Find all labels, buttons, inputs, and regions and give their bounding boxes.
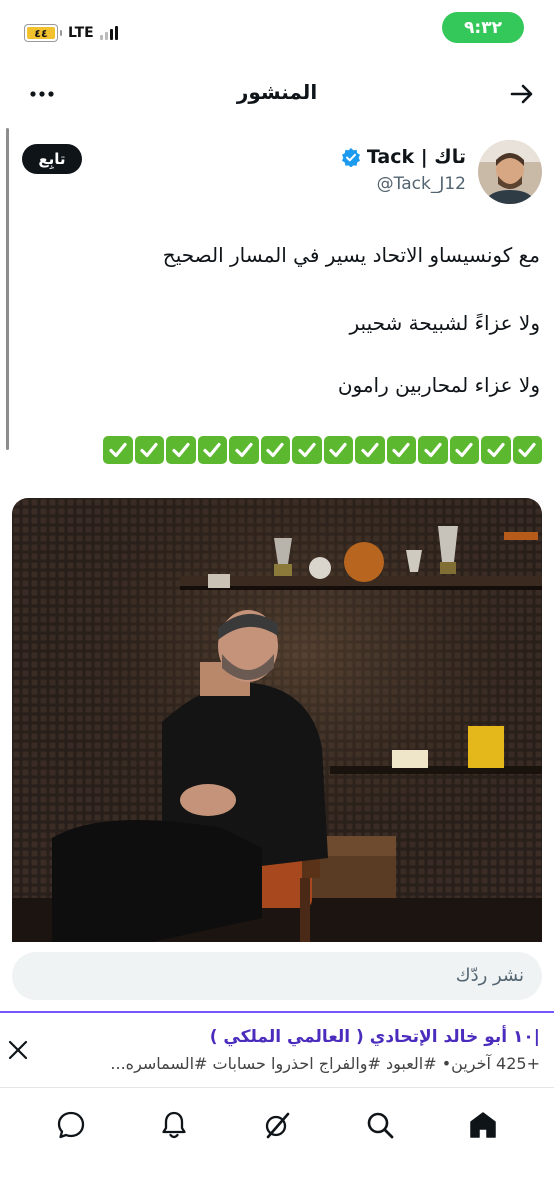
network-type: LTE	[68, 25, 94, 41]
check-emoji-icon	[260, 436, 290, 464]
grok-icon	[265, 1112, 290, 1139]
nav-messages[interactable]	[51, 1105, 91, 1145]
notification-title: |١٠ أبو خالد الإتحادي ( العالمي الملكي )	[209, 1027, 540, 1047]
check-emoji-icon	[449, 436, 479, 464]
avatar[interactable]	[478, 140, 542, 204]
follow-button[interactable]: تابِع	[22, 144, 82, 174]
check-emoji-icon	[292, 436, 322, 464]
verified-badge-icon	[341, 148, 360, 167]
close-button[interactable]	[8, 1040, 28, 1060]
check-emoji-icon	[229, 436, 259, 464]
status-time: ٩:٣٢	[442, 12, 524, 43]
post-image[interactable]	[12, 498, 542, 942]
nav-search[interactable]	[360, 1105, 400, 1145]
status-indicators: ٤٤ LTE	[24, 22, 118, 44]
check-emoji-icon	[512, 436, 542, 464]
check-emoji-icon	[386, 436, 416, 464]
post-text-line: مع كونسيساو الاتحاد يسير في المسار الصحي…	[162, 243, 540, 267]
check-emoji-icon	[197, 436, 227, 464]
nav-home[interactable]	[463, 1105, 503, 1145]
chat-icon	[58, 1111, 85, 1139]
post-text-line: ولا عزاءً لشبيحة شحيبر	[349, 311, 540, 335]
post-text-line: ولا عزاء لمحاربين رامون	[337, 373, 540, 397]
search-icon	[367, 1112, 394, 1139]
nav-grok[interactable]	[257, 1105, 297, 1145]
notification-subtitle: +425 آخرين• #العبود #والفراج احذروا حساب…	[110, 1054, 540, 1073]
check-emoji-icon	[323, 436, 353, 464]
battery-level: ٤٤	[34, 26, 48, 40]
bottom-nav	[0, 1090, 554, 1160]
scrollbar[interactable]	[6, 128, 9, 450]
reply-placeholder: نشر ردّك	[455, 965, 524, 986]
check-emoji-icon	[355, 436, 385, 464]
battery-icon: ٤٤	[24, 24, 58, 42]
author-name[interactable]: تاك | Tack	[341, 146, 466, 168]
more-dots-icon	[30, 91, 54, 97]
more-options-button[interactable]	[28, 80, 56, 108]
check-emoji-icon	[418, 436, 448, 464]
bell-icon	[162, 1111, 186, 1139]
nav-notifications[interactable]	[154, 1105, 194, 1145]
author-display-name: تاك | Tack	[366, 146, 466, 168]
check-emoji-icon	[481, 436, 511, 464]
check-emoji-icon	[134, 436, 164, 464]
close-icon	[8, 1040, 28, 1060]
page-title: المنشور	[236, 80, 318, 104]
home-icon	[469, 1112, 496, 1138]
check-emoji-icon	[166, 436, 196, 464]
check-emoji-icon	[103, 436, 133, 464]
check-emoji-row	[103, 436, 542, 464]
signal-icon	[99, 26, 118, 40]
author-handle[interactable]: @Tack_J12	[377, 174, 466, 194]
notification-banner[interactable]	[0, 1013, 554, 1088]
